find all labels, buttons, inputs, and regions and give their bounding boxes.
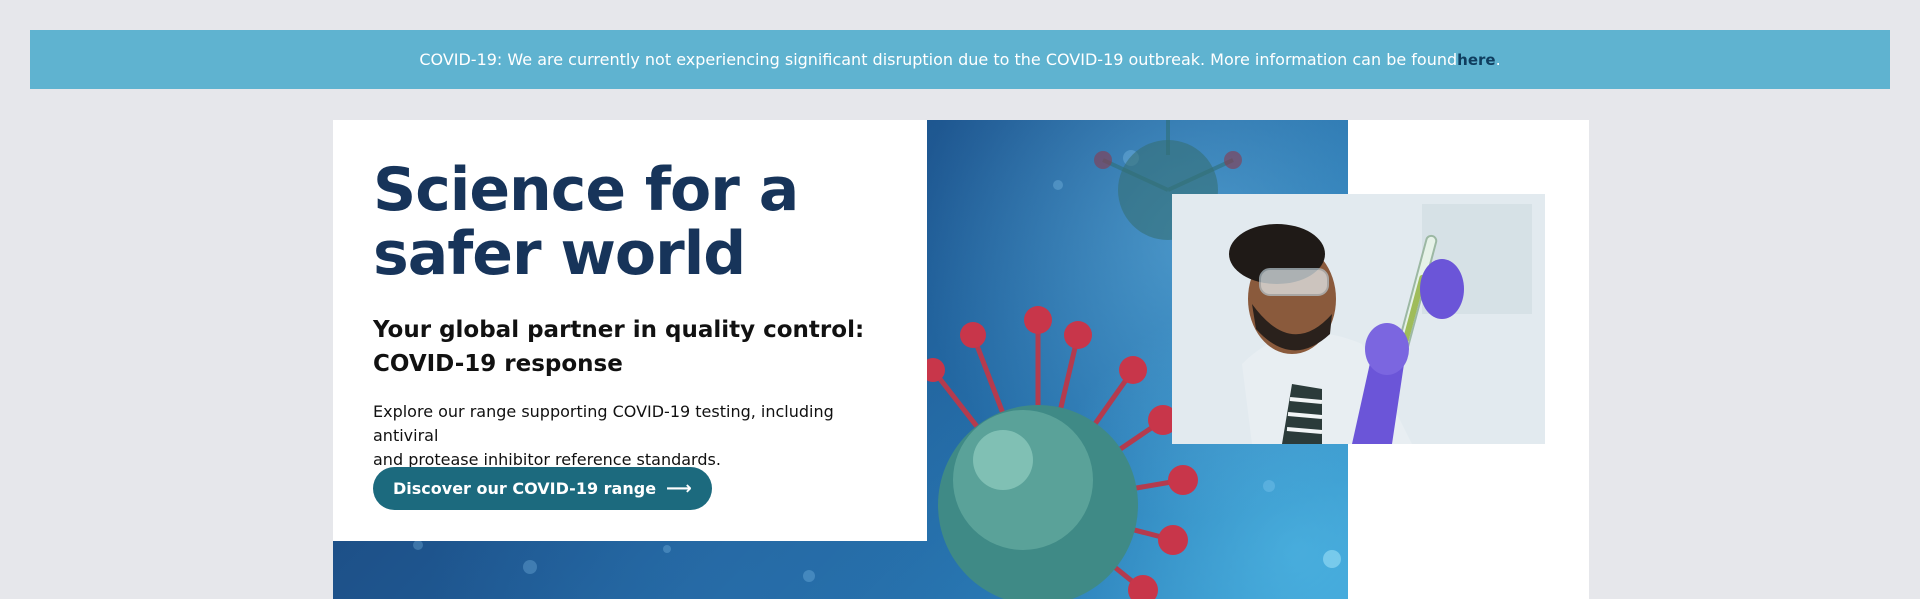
hero-section: Science for a safer world Your global pa… xyxy=(333,120,1589,599)
cta-label: Discover our COVID-19 range xyxy=(393,479,657,498)
hero-copy-card: Science for a safer world Your global pa… xyxy=(333,120,927,541)
subhead-line-1: Your global partner in quality control: xyxy=(373,317,865,343)
banner-here-link[interactable]: here xyxy=(1457,51,1495,69)
covid-notice-banner: COVID-19: We are currently not experienc… xyxy=(30,30,1890,89)
banner-text: COVID-19: We are currently not experienc… xyxy=(419,50,1458,69)
subhead-line-2: COVID-19 response xyxy=(373,351,623,377)
description-line-1: Explore our range supporting COVID-19 te… xyxy=(373,402,834,445)
discover-covid-range-button[interactable]: Discover our COVID-19 range ⟶ xyxy=(373,467,712,510)
headline-line-1: Science for a xyxy=(373,155,799,225)
arrow-right-icon: ⟶ xyxy=(666,478,692,499)
scientist-illustration xyxy=(1172,194,1545,444)
hero-headline: Science for a safer world xyxy=(373,158,893,286)
hero-description: Explore our range supporting COVID-19 te… xyxy=(373,400,893,472)
headline-line-2: safer world xyxy=(373,219,746,289)
banner-suffix: . xyxy=(1495,50,1501,69)
hero-subheading: Your global partner in quality control: … xyxy=(373,313,893,381)
scientist-photo xyxy=(1172,194,1545,444)
